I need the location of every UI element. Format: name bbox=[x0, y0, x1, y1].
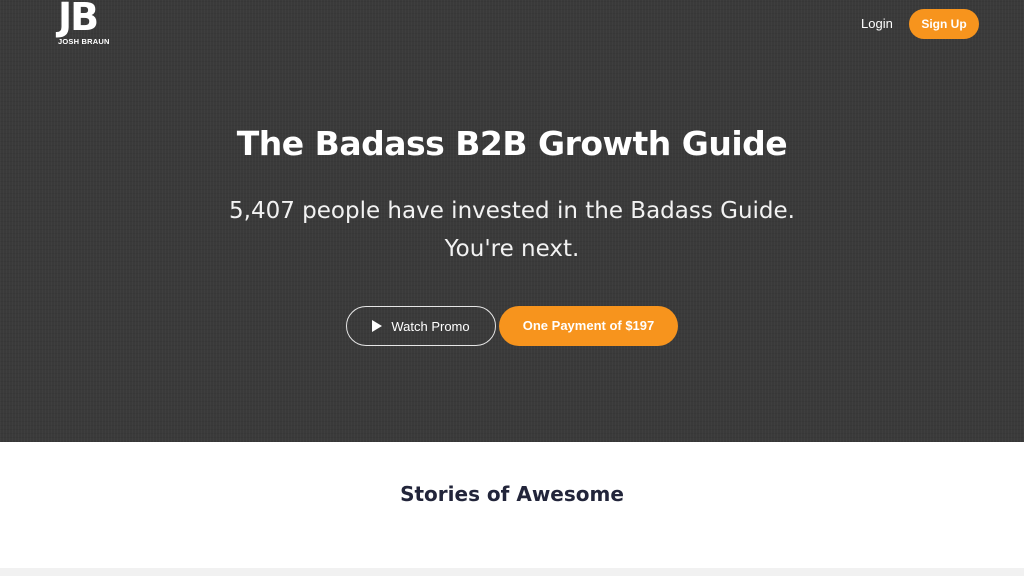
hero-subtitle-line1: 5,407 people have invested in the Badass… bbox=[229, 198, 795, 224]
watch-promo-label: Watch Promo bbox=[391, 318, 470, 334]
play-icon bbox=[372, 320, 383, 332]
login-link[interactable]: Login bbox=[861, 16, 893, 32]
logo-mark: JB bbox=[58, 0, 99, 39]
logo[interactable]: JB JOSH BRAUN bbox=[58, 0, 118, 46]
section-divider bbox=[0, 568, 1024, 576]
page-title: The Badass B2B Growth Guide bbox=[236, 124, 788, 163]
watch-promo-button[interactable]: Watch Promo bbox=[346, 306, 496, 346]
stories-section: Stories of Awesome bbox=[0, 442, 1024, 568]
logo-text: JOSH BRAUN bbox=[58, 37, 110, 46]
hero-subtitle-line2: You're next. bbox=[444, 236, 580, 262]
buy-button[interactable]: One Payment of $197 bbox=[499, 306, 678, 346]
stories-title: Stories of Awesome bbox=[400, 482, 624, 506]
hero-section: JB JOSH BRAUN Login Sign Up The Badass B… bbox=[0, 0, 1024, 442]
hero-subtitle: 5,407 people have invested in the Badass… bbox=[0, 192, 1024, 268]
signup-button[interactable]: Sign Up bbox=[909, 9, 979, 39]
